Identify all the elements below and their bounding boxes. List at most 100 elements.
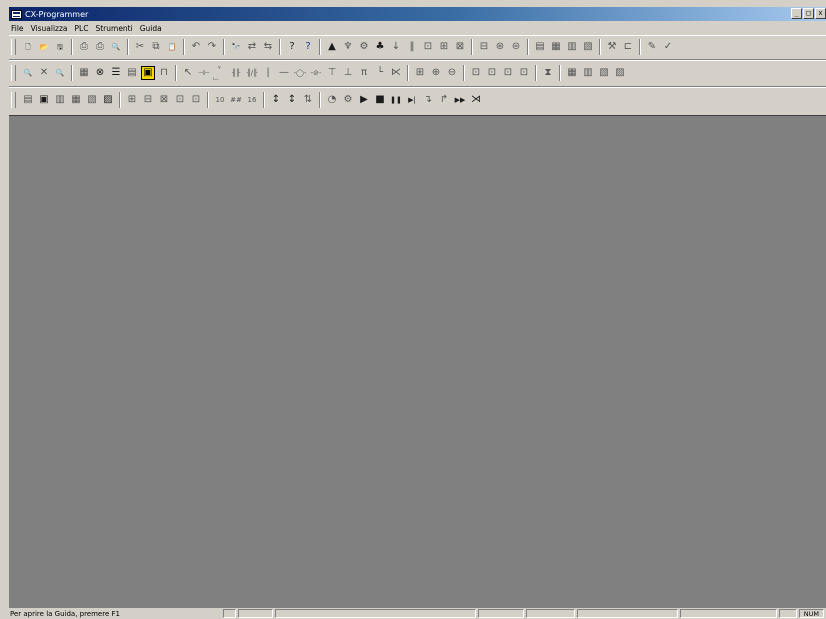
- undo-icon[interactable]: ↶: [189, 40, 203, 54]
- trace-2-icon[interactable]: ▥: [581, 66, 595, 80]
- title-bar[interactable]: CX-Programmer _ □ x: [9, 7, 826, 21]
- coil-icon[interactable]: -◯-: [293, 66, 307, 80]
- ladder-view-icon[interactable]: ▣: [141, 66, 155, 80]
- grid-icon[interactable]: ▦: [77, 66, 91, 80]
- menu-help[interactable]: Guida: [138, 24, 167, 33]
- decimal-display-icon[interactable]: 10: [213, 93, 227, 107]
- help-icon[interactable]: ?: [285, 40, 299, 54]
- comments-icon[interactable]: ⊗: [93, 66, 107, 80]
- paste-icon[interactable]: 📋: [165, 40, 179, 54]
- contact-nc-icon[interactable]: ⊣/⊢: [213, 66, 227, 80]
- watch-add-icon[interactable]: ⊕: [429, 66, 443, 80]
- change-value-icon[interactable]: ↕: [285, 93, 299, 107]
- contact-no-icon[interactable]: ⊣⊢: [197, 66, 211, 80]
- online-edit-start-icon[interactable]: ⊡: [469, 66, 483, 80]
- mnemonic-view-icon[interactable]: ▤: [125, 66, 139, 80]
- pause-sim-icon[interactable]: ❚❚: [389, 93, 403, 107]
- find-icon[interactable]: 🔭: [229, 40, 243, 54]
- context-help-icon[interactable]: ?: [301, 40, 315, 54]
- watch-remove-icon[interactable]: ⊖: [445, 66, 459, 80]
- hex-display-icon[interactable]: 16: [245, 93, 259, 107]
- symbol-table-icon[interactable]: ⊓: [157, 66, 171, 80]
- watch-window-icon[interactable]: ⊞: [413, 66, 427, 80]
- close-button[interactable]: x: [815, 8, 826, 19]
- download-icon[interactable]: ↓: [389, 40, 403, 54]
- toolbar-grip[interactable]: [11, 39, 16, 55]
- menu-tools[interactable]: Strumenti: [93, 24, 137, 33]
- apply-edit-icon[interactable]: ✓: [661, 40, 675, 54]
- step-in-icon[interactable]: ↴: [421, 93, 435, 107]
- project-window-icon[interactable]: ▤: [21, 93, 35, 107]
- select-mode-icon[interactable]: ↖: [181, 66, 195, 80]
- instruction-3-icon[interactable]: π: [357, 66, 371, 80]
- zoom-in-icon[interactable]: 🔍: [21, 66, 35, 80]
- st-icon[interactable]: ⊟: [141, 93, 155, 107]
- stop-icon[interactable]: ■: [373, 93, 387, 107]
- scan-run-icon[interactable]: ⋊: [469, 93, 483, 107]
- app-icon[interactable]: [11, 9, 22, 19]
- line-delete-icon[interactable]: ⋉: [389, 66, 403, 80]
- sfc-icon[interactable]: ⊞: [125, 93, 139, 107]
- step-icon[interactable]: ▶|: [405, 93, 419, 107]
- copy-icon[interactable]: ⧉: [149, 40, 163, 54]
- trace-icon[interactable]: ▦: [565, 66, 579, 80]
- force-on-icon[interactable]: ⚒: [605, 40, 619, 54]
- simulator-settings-icon[interactable]: ⚙: [341, 93, 355, 107]
- print-setup-icon[interactable]: ⎙: [77, 40, 91, 54]
- cut-icon[interactable]: ✂: [133, 40, 147, 54]
- run-icon[interactable]: ▶: [357, 93, 371, 107]
- replace-icon[interactable]: ⇄: [245, 40, 259, 54]
- toolbar-grip[interactable]: [11, 92, 16, 108]
- plc-mode-program-icon[interactable]: ⊟: [477, 40, 491, 54]
- watch-view-icon[interactable]: ▥: [53, 93, 67, 107]
- toolbar-grip[interactable]: [11, 65, 16, 81]
- online-edit-cancel-icon[interactable]: ⊡: [501, 66, 515, 80]
- zoom-out-icon[interactable]: ✕: [37, 66, 51, 80]
- contact-or-nc-icon[interactable]: ╢/╟: [245, 66, 259, 80]
- minimize-button[interactable]: _: [791, 8, 802, 19]
- verify-icon[interactable]: ⊠: [453, 40, 467, 54]
- menu-view[interactable]: Visualizza: [29, 24, 73, 33]
- menu-plc[interactable]: PLC: [73, 24, 94, 33]
- pause-icon[interactable]: ‖: [405, 40, 419, 54]
- step-out-icon[interactable]: ↱: [437, 93, 451, 107]
- transfer-icon[interactable]: ♣: [373, 40, 387, 54]
- save-icon[interactable]: 🖫: [53, 40, 67, 54]
- zoom-fit-icon[interactable]: 🔍: [53, 66, 67, 80]
- section-icon[interactable]: ⊡: [173, 93, 187, 107]
- trace-4-icon[interactable]: ▨: [613, 66, 627, 80]
- binary-display-icon[interactable]: ##: [229, 93, 243, 107]
- list-view-icon[interactable]: ☰: [109, 66, 123, 80]
- address-ref-icon[interactable]: ▦: [69, 93, 83, 107]
- new-file-icon[interactable]: 🗋: [21, 40, 35, 54]
- simulator-icon[interactable]: ◔: [325, 93, 339, 107]
- task-icon[interactable]: ⊡: [189, 93, 203, 107]
- io-table-icon[interactable]: ▦: [549, 40, 563, 54]
- workspace-area[interactable]: [9, 115, 826, 608]
- compile-icon[interactable]: ⚙: [357, 40, 371, 54]
- memory-icon[interactable]: ▤: [533, 40, 547, 54]
- redo-icon[interactable]: ↷: [205, 40, 219, 54]
- properties-icon[interactable]: ▧: [85, 93, 99, 107]
- differential-monitor-icon[interactable]: ⇅: [301, 93, 315, 107]
- plc-mode-monitor-icon[interactable]: ⊜: [509, 40, 523, 54]
- vertical-line-icon[interactable]: |: [261, 66, 275, 80]
- output-window-icon[interactable]: ▣: [37, 93, 51, 107]
- print-preview-icon[interactable]: 🔍: [109, 40, 123, 54]
- print-icon[interactable]: ⎙: [93, 40, 107, 54]
- set-value-icon[interactable]: ↕: [269, 93, 283, 107]
- settings-icon[interactable]: ▥: [565, 40, 579, 54]
- timer-icon[interactable]: ⧗: [541, 66, 555, 80]
- line-connect-icon[interactable]: └: [373, 66, 387, 80]
- edit-online-icon[interactable]: ✎: [645, 40, 659, 54]
- plc-mode-debug-icon[interactable]: ⊛: [493, 40, 507, 54]
- force-off-icon[interactable]: ⊏: [621, 40, 635, 54]
- continuous-step-icon[interactable]: ▶▶: [453, 93, 467, 107]
- coil-nc-icon[interactable]: -⊘-: [309, 66, 323, 80]
- horizontal-line-icon[interactable]: —: [277, 66, 291, 80]
- online-edit-end-icon[interactable]: ⊡: [517, 66, 531, 80]
- cross-reference-icon[interactable]: ⇆: [261, 40, 275, 54]
- upload-icon[interactable]: ⊞: [437, 40, 451, 54]
- open-folder-icon[interactable]: 📂: [37, 40, 51, 54]
- work-online-icon[interactable]: ▲: [325, 40, 339, 54]
